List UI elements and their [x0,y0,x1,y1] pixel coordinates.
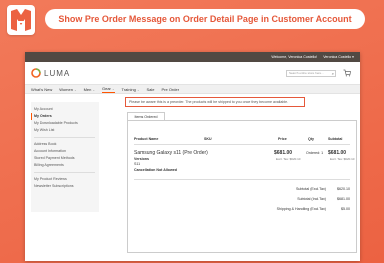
sidebar-item-billing-agreements[interactable]: Billing Agreements [34,162,99,169]
main-navigation: What's New Women ⌄ Men ⌄ Gear ⌄ Training… [25,84,360,94]
store-screenshot: Welcome, Veronica Costello! Veronica Cos… [25,52,360,261]
site-header: LUMA Search entire store here... ⌕ [25,62,360,84]
versions-label: Versions [134,157,149,161]
item-subtotal-excl-tax: Excl. Tax: $620.10 [330,157,355,161]
totals-label: Subtotal (Incl.Tax) [297,197,326,201]
column-header-sku: SKU [204,137,212,141]
column-header-subtotal: Subtotal [328,137,343,141]
sidebar-divider [34,169,95,173]
welcome-text: Welcome, Veronica Costello! [271,55,318,59]
product-name: Samsung Galaxy s11 (Pre Order) [134,150,208,156]
nav-item-men[interactable]: Men ⌄ [84,87,95,92]
luma-logo-text: LUMA [44,68,71,78]
nav-item-whats-new[interactable]: What's New [31,87,52,92]
luma-logo[interactable]: LUMA [31,68,70,78]
column-header-product: Product Name [134,137,159,141]
sidebar-item-account-information[interactable]: Account Information [34,148,99,155]
search-input[interactable]: Search entire store here... ⌕ [286,70,336,77]
sidebar-item-stored-payment-methods[interactable]: Stored Payment Methods [34,155,99,162]
versions-value: S11 [134,162,141,166]
banner-title: Show Pre Order Message on Order Detail P… [45,9,365,29]
column-header-qty: Qty [308,137,314,141]
preorder-notice: Please be aware this is a preorder. The … [125,97,305,107]
chevron-down-icon: ⌄ [136,87,140,92]
sidebar-item-downloadable-products[interactable]: My Downloadable Products [34,120,99,127]
sidebar-item-newsletter-subscriptions[interactable]: Newsletter Subscriptions [34,183,99,190]
chevron-down-icon: ⌄ [74,87,77,92]
column-header-price: Price [278,137,287,141]
page-body: My Account My Orders My Downloadable Pro… [25,94,360,260]
sidebar-item-wish-list[interactable]: My Wish List [34,127,99,134]
nav-item-training[interactable]: Training ⌄ [122,87,140,92]
luma-logo-icon [31,68,41,78]
items-ordered-panel: Product Name SKU Price Qty Subtotal Sams… [127,120,357,253]
search-placeholder: Search entire store here... [289,71,324,75]
account-menu[interactable]: Veronica Costello ▾ [323,55,354,59]
totals-value: $5.00 [341,207,350,211]
brand-logo [7,5,35,35]
top-bar: Welcome, Veronica Costello! Veronica Cos… [25,52,360,62]
sidebar-item-my-orders[interactable]: My Orders [31,113,99,120]
nav-item-sale[interactable]: Sale [147,87,155,92]
totals-label: Shipping & Handling (Excl.Tax) [276,207,326,211]
sidebar-divider [34,134,95,138]
sidebar-item-my-account[interactable]: My Account [34,106,99,113]
search-icon[interactable]: ⌕ [332,71,334,76]
totals-value: $620.10 [337,187,350,191]
item-price: $681.00 [274,150,293,156]
sidebar-item-address-book[interactable]: Address Book [34,141,99,148]
item-subtotal: $681.00 [328,150,347,156]
chevron-down-icon: ⌄ [92,87,95,92]
item-price-excl-tax: Excl. Tax: $620.10 [276,157,301,161]
account-sidebar: My Account My Orders My Downloadable Pro… [31,102,99,212]
nav-item-pre-order[interactable]: Pre Order [162,87,180,92]
item-qty: Ordered: 1 [306,151,324,155]
cart-icon[interactable] [343,69,351,77]
nav-item-women[interactable]: Women ⌄ [59,87,76,92]
sidebar-item-product-reviews[interactable]: My Product Reviews [34,176,99,183]
chevron-down-icon: ⌄ [112,86,115,91]
totals-label: Subtotal (Excl.Tax) [296,187,326,191]
totals-value: $681.00 [337,197,350,201]
nav-item-gear[interactable]: Gear ⌄ [102,86,115,93]
item-divider [134,179,350,180]
header-divider [134,144,350,145]
cancellation-text: Cancellation Not Allowed [134,168,177,172]
